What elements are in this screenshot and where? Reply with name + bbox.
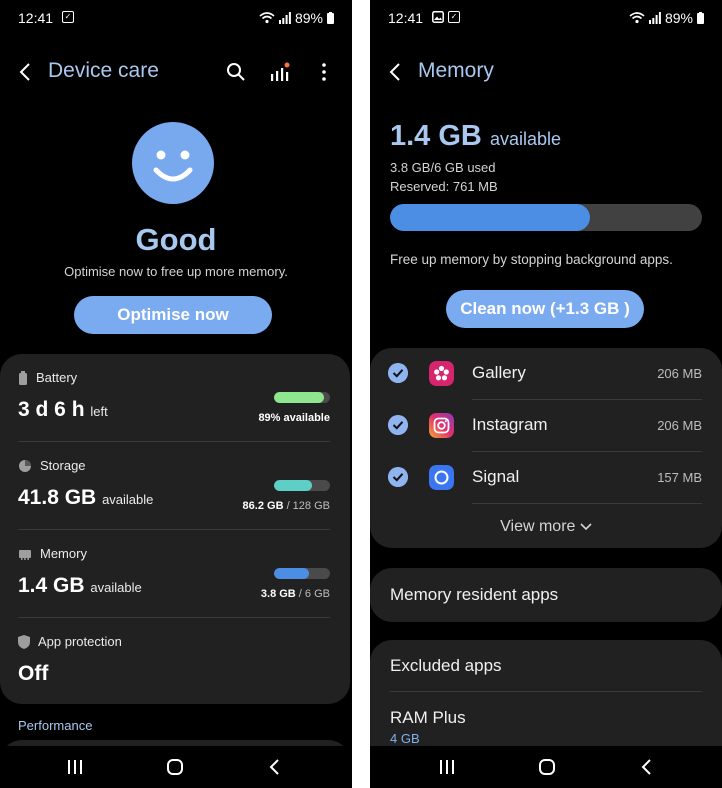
list-item-instagram[interactable]: Instagram 206 MB: [388, 400, 702, 452]
signal-app-icon: [429, 465, 454, 490]
app-name: Signal: [472, 467, 520, 486]
back-nav-icon[interactable]: [264, 756, 286, 778]
pie-chart-icon: [19, 459, 31, 472]
memory-chip-icon: [19, 549, 31, 560]
battery-percent: 89%: [664, 10, 693, 26]
home-icon[interactable]: [536, 756, 558, 778]
item-label: App protection: [38, 634, 122, 649]
gallery-app-icon: [429, 361, 454, 386]
signal-icon: [278, 12, 291, 24]
item-label: Battery: [36, 370, 78, 385]
home-icon[interactable]: [164, 756, 186, 778]
optimise-now-button[interactable]: Optimise now: [74, 296, 272, 334]
item-unit: left: [90, 404, 108, 419]
page-title: Memory: [418, 59, 494, 82]
wifi-icon: [629, 12, 645, 24]
diagnostics-icon[interactable]: [268, 60, 292, 84]
app-bar: Memory: [370, 50, 722, 94]
instagram-app-icon: [429, 413, 454, 438]
background-apps-card: Gallery 206 MB Instagram 206 MB Signal 1…: [370, 348, 722, 548]
battery-level-bar: [274, 392, 330, 403]
memory-available-unit: available: [489, 129, 561, 149]
battery-icon: [697, 12, 704, 24]
app-size: 206 MB: [657, 418, 702, 433]
checkbox-checked-icon[interactable]: [388, 415, 408, 435]
memory-usage-bar: [390, 204, 702, 231]
menu-label: Memory resident apps: [390, 585, 559, 604]
item-meta: 86.2 GB: [242, 500, 284, 512]
item-label: Storage: [40, 458, 86, 473]
status-bar: 12:41 ✓ 89%: [370, 0, 722, 36]
battery-item[interactable]: Battery 3 d 6 h left 89% available: [18, 354, 330, 442]
status-time: 12:41: [388, 10, 424, 26]
shield-icon: [18, 634, 30, 649]
status-description: Optimise now to free up more memory.: [64, 264, 288, 279]
memory-usage-bar: [274, 568, 330, 579]
more-options-icon[interactable]: [312, 60, 336, 84]
wifi-icon: [259, 12, 275, 24]
recent-apps-icon[interactable]: [64, 756, 86, 778]
item-meta-total: / 6 GB: [295, 588, 330, 600]
battery-percent: 89%: [294, 10, 323, 26]
menu-label: Excluded apps: [390, 656, 502, 675]
search-icon[interactable]: [224, 60, 248, 84]
ram-plus-value: 4 GB: [390, 731, 420, 746]
app-bar: Device care: [0, 50, 352, 94]
clean-now-button[interactable]: Clean now (+1.3 GB ): [446, 290, 644, 328]
list-item-signal[interactable]: Signal 157 MB: [388, 452, 702, 504]
divider: [390, 691, 702, 692]
item-meta-total: / 128 GB: [283, 500, 330, 512]
item-value: 3 d 6 h: [18, 398, 85, 421]
memory-item[interactable]: Memory 1.4 GB available 3.8 GB / 6 GB: [18, 530, 330, 618]
item-value: 41.8 GB: [18, 486, 97, 509]
app-name: Gallery: [472, 363, 526, 382]
navigation-bar: [0, 746, 352, 788]
gallery-notification-icon: [432, 11, 444, 23]
item-unit: available: [102, 492, 154, 507]
item-meta: 89% available: [258, 412, 330, 424]
checkbox-checked-icon[interactable]: [388, 467, 408, 487]
app-protection-item[interactable]: App protection Off: [18, 618, 330, 706]
memory-resident-apps-item[interactable]: Memory resident apps: [370, 568, 722, 622]
checkbox-checked-icon[interactable]: [388, 363, 408, 383]
memory-screen: 12:41 ✓ 89% Memory 1.4 GB available 3.8 …: [370, 0, 722, 788]
item-unit: available: [90, 580, 142, 595]
chevron-down-icon: [580, 523, 592, 531]
back-nav-icon[interactable]: [636, 756, 658, 778]
back-icon[interactable]: [384, 60, 408, 84]
notification-check-icon: ✓: [62, 11, 74, 23]
divider: [472, 503, 702, 504]
back-icon[interactable]: [14, 60, 38, 84]
item-meta: 3.8 GB: [260, 588, 296, 600]
status-time: 12:41: [18, 10, 54, 26]
navigation-bar: [370, 746, 722, 788]
memory-reserved: Reserved: 761 MB: [390, 179, 498, 194]
battery-icon: [19, 370, 27, 385]
memory-used: 3.8 GB/6 GB used: [390, 160, 496, 175]
app-size: 157 MB: [657, 470, 702, 485]
battery-icon: [327, 12, 334, 24]
device-care-screen: 12:41 ✓ 89% Device care Good Optimise no…: [0, 0, 352, 788]
list-item-gallery[interactable]: Gallery 206 MB: [388, 348, 702, 400]
app-size: 206 MB: [657, 366, 702, 381]
storage-item[interactable]: Storage 41.8 GB available 86.2 GB / 128 …: [18, 442, 330, 530]
memory-available: 1.4 GB available: [390, 120, 561, 152]
status-bar: 12:41 ✓ 89%: [0, 0, 352, 36]
item-label: Memory: [40, 546, 87, 561]
item-value: 1.4 GB: [18, 574, 85, 597]
menu-label: RAM Plus: [390, 708, 466, 727]
smiley-face-icon: [132, 122, 214, 204]
item-value: Off: [18, 662, 49, 685]
page-title: Device care: [48, 59, 159, 82]
device-status: Good: [135, 222, 217, 257]
notification-check-icon: ✓: [448, 11, 460, 23]
storage-usage-bar: [274, 480, 330, 491]
memory-description: Free up memory by stopping background ap…: [390, 252, 673, 267]
section-header: Performance: [18, 718, 93, 733]
care-items-card: Battery 3 d 6 h left 89% available Stora…: [0, 354, 350, 704]
app-name: Instagram: [472, 415, 548, 434]
view-more-button[interactable]: View more: [370, 518, 722, 536]
signal-icon: [648, 12, 661, 24]
recent-apps-icon[interactable]: [436, 756, 458, 778]
